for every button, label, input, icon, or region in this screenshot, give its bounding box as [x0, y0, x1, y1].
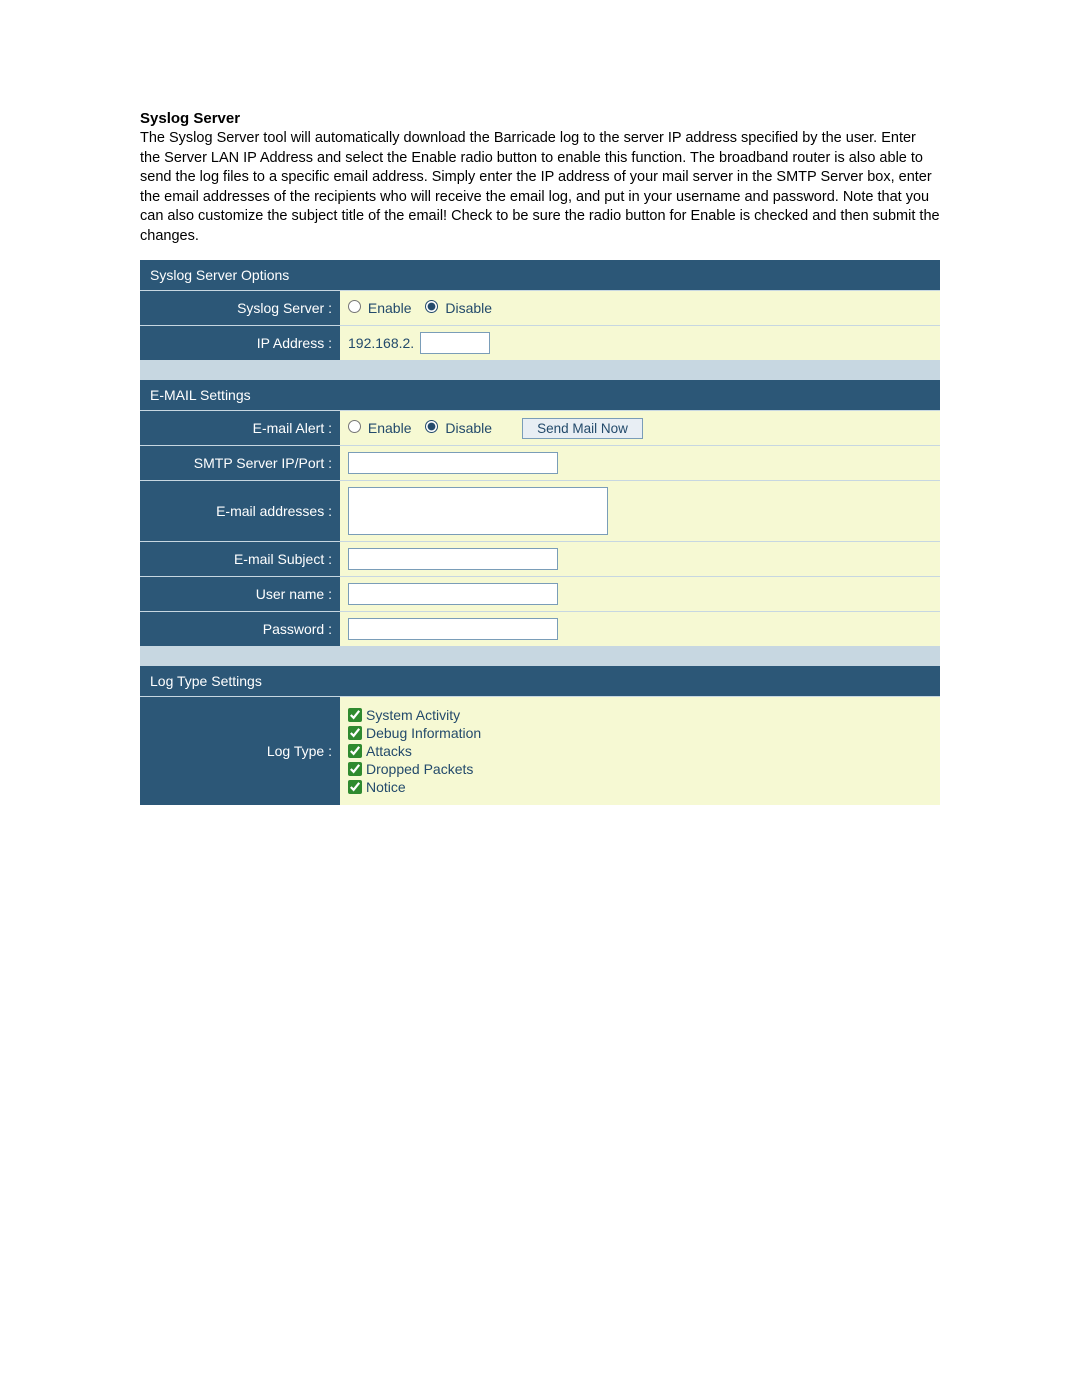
smtp-input[interactable] — [348, 452, 558, 474]
logtype-checkbox[interactable] — [348, 726, 362, 740]
radio-label-enable-2: Enable — [368, 420, 412, 436]
logtype-label: Log Type : — [140, 697, 340, 805]
logtype-option-label: System Activity — [366, 707, 460, 723]
email-disable-option[interactable]: Disable — [425, 420, 492, 436]
username-input[interactable] — [348, 583, 558, 605]
username-row: User name : — [140, 576, 940, 611]
logtype-checkbox[interactable] — [348, 744, 362, 758]
password-value — [340, 612, 940, 646]
email-alert-label: E-mail Alert : — [140, 411, 340, 445]
email-subject-label: E-mail Subject : — [140, 542, 340, 576]
username-label: User name : — [140, 577, 340, 611]
email-addresses-label: E-mail addresses : — [140, 481, 340, 541]
logtype-option[interactable]: Dropped Packets — [348, 761, 481, 777]
logtype-value: System Activity Debug Information Attacks D… — [340, 697, 940, 805]
email-subject-input[interactable] — [348, 548, 558, 570]
logtype-checkbox[interactable] — [348, 708, 362, 722]
logtype-option[interactable]: Debug Information — [348, 725, 481, 741]
logtype-option[interactable]: Notice — [348, 779, 481, 795]
syslog-enable-radio[interactable] — [348, 300, 361, 313]
logtype-option-label: Debug Information — [366, 725, 481, 741]
email-addresses-textarea[interactable] — [348, 487, 608, 535]
email-enable-option[interactable]: Enable — [348, 420, 411, 436]
send-mail-now-button[interactable]: Send Mail Now — [522, 418, 643, 439]
logtype-option[interactable]: System Activity — [348, 707, 481, 723]
email-enable-radio[interactable] — [348, 420, 361, 433]
ip-address-value: 192.168.2. — [340, 326, 940, 360]
logtype-options-list: System Activity Debug Information Attacks D… — [348, 703, 481, 799]
page-description: The Syslog Server tool will automaticall… — [140, 129, 940, 246]
logtype-row: Log Type : System Activity Debug Informat… — [140, 696, 940, 805]
syslog-disable-radio[interactable] — [425, 300, 438, 313]
ip-suffix-input[interactable] — [420, 332, 490, 354]
logtype-option-label: Notice — [366, 779, 406, 795]
radio-label-enable: Enable — [368, 300, 412, 316]
ip-prefix: 192.168.2. — [348, 335, 414, 351]
syslog-server-value: Enable Disable — [340, 291, 940, 325]
email-addresses-value — [340, 481, 940, 541]
syslog-server-row: Syslog Server : Enable Disable — [140, 290, 940, 325]
password-row: Password : — [140, 611, 940, 646]
ip-address-row: IP Address : 192.168.2. — [140, 325, 940, 360]
email-subject-row: E-mail Subject : — [140, 541, 940, 576]
smtp-row: SMTP Server IP/Port : — [140, 445, 940, 480]
syslog-disable-option[interactable]: Disable — [425, 300, 492, 316]
ip-address-label: IP Address : — [140, 326, 340, 360]
password-label: Password : — [140, 612, 340, 646]
logtype-option[interactable]: Attacks — [348, 743, 481, 759]
email-disable-radio[interactable] — [425, 420, 438, 433]
settings-panel: Syslog Server Options Syslog Server : En… — [140, 260, 940, 805]
logtype-option-label: Dropped Packets — [366, 761, 473, 777]
logtype-checkbox[interactable] — [348, 762, 362, 776]
logtype-section-title: Log Type Settings — [140, 666, 940, 696]
radio-label-disable: Disable — [445, 300, 492, 316]
email-alert-value: Enable Disable Send Mail Now — [340, 411, 940, 445]
email-section-title: E-MAIL Settings — [140, 380, 940, 410]
logtype-section: Log Type Settings Log Type : System Acti… — [140, 666, 940, 805]
syslog-server-label: Syslog Server : — [140, 291, 340, 325]
email-section: E-MAIL Settings E-mail Alert : Enable Di… — [140, 380, 940, 646]
email-addresses-row: E-mail addresses : — [140, 480, 940, 541]
email-alert-row: E-mail Alert : Enable Disable Send Mail … — [140, 410, 940, 445]
syslog-enable-option[interactable]: Enable — [348, 300, 411, 316]
page-title: Syslog Server — [140, 110, 940, 127]
logtype-checkbox[interactable] — [348, 780, 362, 794]
smtp-label: SMTP Server IP/Port : — [140, 446, 340, 480]
email-subject-value — [340, 542, 940, 576]
syslog-section-title: Syslog Server Options — [140, 260, 940, 290]
syslog-section: Syslog Server Options Syslog Server : En… — [140, 260, 940, 360]
radio-label-disable-2: Disable — [445, 420, 492, 436]
logtype-option-label: Attacks — [366, 743, 412, 759]
password-input[interactable] — [348, 618, 558, 640]
smtp-value — [340, 446, 940, 480]
username-value — [340, 577, 940, 611]
